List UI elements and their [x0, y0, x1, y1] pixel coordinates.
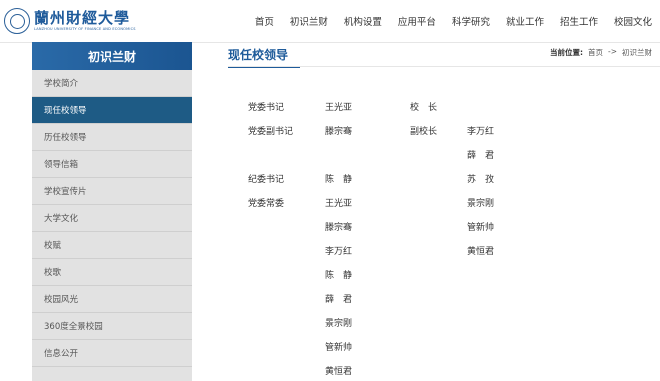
- deputy-party-secretary-label: 党委副书记: [248, 127, 294, 137]
- breadcrumb-home[interactable]: 首页: [588, 47, 603, 58]
- vice-president-label: 副校长: [410, 127, 438, 137]
- nav-admissions[interactable]: 招生工作: [560, 14, 598, 28]
- vice-president-name: 苏 孜: [467, 175, 495, 185]
- nav-campus-culture[interactable]: 校园文化: [614, 14, 652, 28]
- nav-home[interactable]: 首页: [255, 14, 274, 28]
- standing-committee-member: 管新帅: [325, 343, 353, 353]
- logo-title: 蘭州財經大學: [34, 8, 131, 27]
- vice-president-name: 景宗刚: [467, 199, 495, 209]
- standing-committee-member: 陈 静: [325, 271, 353, 281]
- breadcrumb-current[interactable]: 初识兰财: [622, 47, 652, 58]
- deputy-party-secretary-name: 滕宗骞: [325, 127, 353, 137]
- discipline-secretary-name: 陈 静: [325, 175, 353, 185]
- president-label: 校 长: [410, 103, 438, 113]
- top-header: 蘭州財經大學 LANZHOU UNIVERSITY OF FINANCE AND…: [0, 0, 660, 43]
- nav-departments[interactable]: 机构设置: [344, 14, 382, 28]
- breadcrumb: 当前位置: 首页 -> 初识兰财: [550, 47, 652, 58]
- sidebar-item-mailbox[interactable]: 领导信箱: [32, 151, 192, 178]
- vice-president-name: 李万红: [467, 127, 495, 137]
- vice-president-name: 薛 君: [467, 151, 495, 161]
- sidebar-item-song[interactable]: 校歌: [32, 259, 192, 286]
- breadcrumb-label: 当前位置:: [550, 48, 583, 57]
- nav-research[interactable]: 科学研究: [452, 14, 490, 28]
- nav-about[interactable]: 初识兰财: [290, 14, 328, 28]
- standing-committee-member: 李万红: [325, 247, 353, 257]
- sidebar-item-intro[interactable]: 学校简介: [32, 70, 192, 97]
- standing-committee-member: 薛 君: [325, 295, 353, 305]
- nav-platforms[interactable]: 应用平台: [398, 14, 436, 28]
- sidebar-item-former-leaders[interactable]: 历任校领导: [32, 124, 192, 151]
- sidebar-item-promo-video[interactable]: 学校宣传片: [32, 178, 192, 205]
- standing-committee-member: 景宗刚: [325, 319, 353, 329]
- nav-employment[interactable]: 就业工作: [506, 14, 544, 28]
- university-logo[interactable]: 蘭州財經大學 LANZHOU UNIVERSITY OF FINANCE AND…: [4, 6, 136, 36]
- main-nav: 首页 初识兰财 机构设置 应用平台 科学研究 就业工作 招生工作 校园文化: [239, 0, 652, 42]
- party-secretary-name: 王光亚: [325, 103, 353, 113]
- standing-committee-member: 王光亚: [325, 199, 353, 209]
- standing-committee-label: 党委常委: [248, 199, 285, 209]
- sidebar-item-disclosure[interactable]: 信息公开: [32, 340, 192, 367]
- sidebar-item-scenery[interactable]: 校园风光: [32, 286, 192, 313]
- sidebar-item-current-leaders[interactable]: 现任校领导: [32, 97, 192, 124]
- university-seal-icon: [4, 8, 30, 34]
- standing-committee-member: 滕宗骞: [325, 223, 353, 233]
- page-title: 现任校领导: [228, 42, 300, 68]
- sidebar-title: 初识兰财: [32, 42, 192, 70]
- discipline-secretary-label: 纪委书记: [248, 175, 285, 185]
- breadcrumb-separator: ->: [608, 47, 617, 56]
- standing-committee-member: 黄恒君: [325, 367, 353, 377]
- vice-president-name: 管新帅: [467, 223, 495, 233]
- sidebar-item-culture[interactable]: 大学文化: [32, 205, 192, 232]
- sidebar: 初识兰财 学校简介 现任校领导 历任校领导 领导信箱 学校宣传片 大学文化 校赋…: [32, 42, 192, 381]
- party-secretary-label: 党委书记: [248, 103, 285, 113]
- logo-subtitle: LANZHOU UNIVERSITY OF FINANCE AND ECONOM…: [34, 26, 136, 31]
- sidebar-item-ode[interactable]: 校赋: [32, 232, 192, 259]
- sidebar-item-panorama[interactable]: 360度全景校园: [32, 313, 192, 340]
- title-divider: [228, 66, 660, 67]
- vice-president-name: 黄恒君: [467, 247, 495, 257]
